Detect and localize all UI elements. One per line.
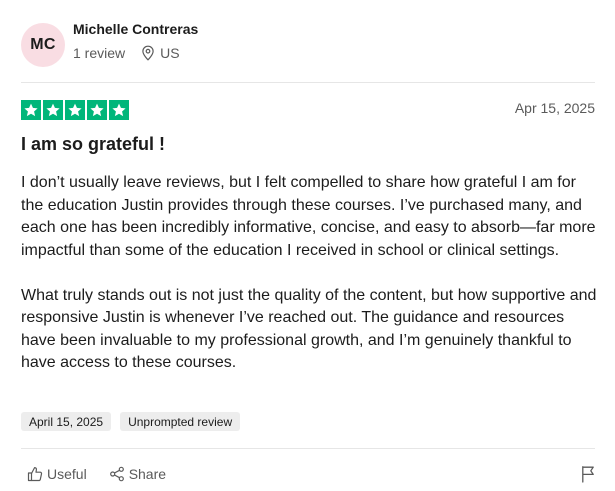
useful-button[interactable]: Useful [27,466,87,482]
avatar[interactable]: MC [21,23,65,67]
share-icon [109,466,129,482]
reviewer-meta: 1 review US [73,45,180,61]
report-button[interactable] [581,465,595,483]
unprompted-review-badge[interactable]: Unprompted review [120,412,241,431]
header-divider [21,82,595,83]
review-count: 1 review [73,45,126,61]
reviewer-name[interactable]: Michelle Contreras [73,21,198,37]
useful-label: Useful [47,466,87,482]
reviewer-header: MC Michelle Contreras 1 review US [21,20,595,68]
location-pin-icon [141,45,155,61]
share-button[interactable]: Share [109,466,166,482]
star-icon [21,100,41,120]
flag-icon [581,465,595,483]
review-actions: Useful Share [27,466,166,482]
thumbs-up-icon [27,466,47,482]
footer-divider [21,448,595,449]
review-card: MC Michelle Contreras 1 review US Apr 15… [21,0,596,491]
review-paragraph: What truly stands out is not just the qu… [21,286,597,372]
share-label: Share [128,466,167,482]
review-paragraph: I don’t usually leave reviews, but I fel… [21,174,596,259]
reviewer-country: US [160,45,180,61]
star-icon [87,100,107,120]
date-of-experience-badge: April 15, 2025 [21,412,112,431]
star-icon [109,100,129,120]
review-chips: April 15, 2025 Unprompted review [21,412,241,431]
review-body: I don’t usually leave reviews, but I fel… [21,172,599,375]
star-icon [43,100,63,120]
review-title[interactable]: I am so grateful ! [21,134,165,155]
review-date: Apr 15, 2025 [514,100,595,116]
star-rating [21,100,129,120]
star-icon [65,100,85,120]
